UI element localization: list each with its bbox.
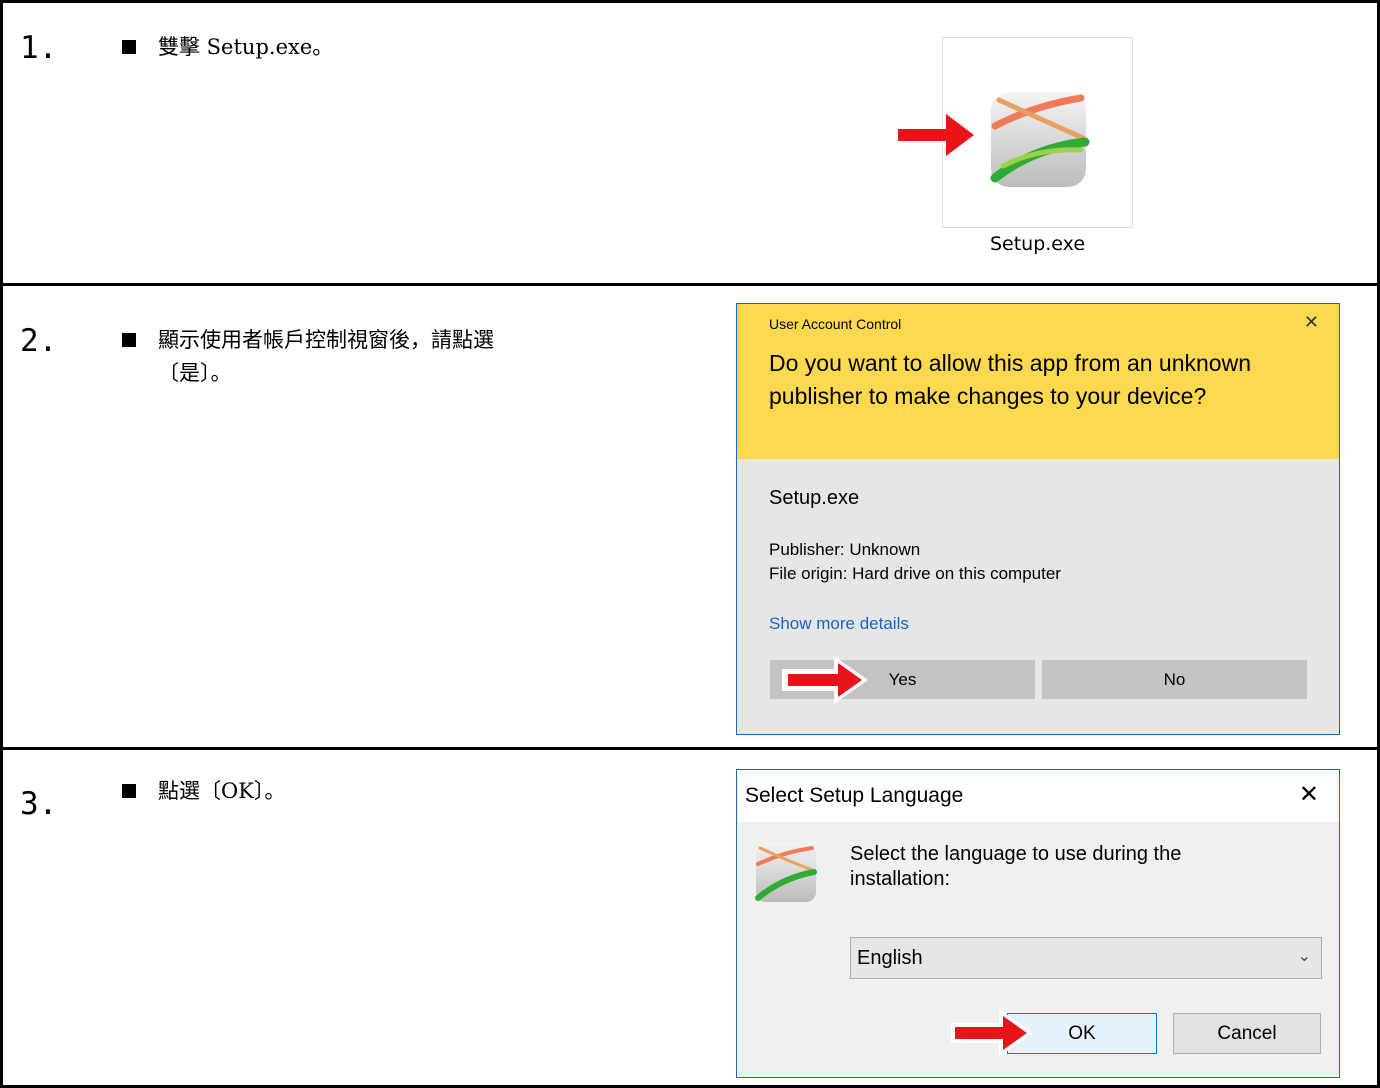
red-arrow-icon (951, 1009, 1033, 1057)
close-icon[interactable]: ✕ (1304, 312, 1319, 333)
publisher-label: Publisher: Unknown (769, 540, 921, 559)
uac-dialog: User Account Control ✕ Do you want to al… (736, 303, 1340, 735)
bullet-icon (122, 784, 136, 798)
red-arrow-icon (782, 656, 868, 704)
uac-header: User Account Control ✕ Do you want to al… (737, 304, 1339, 459)
uac-question: Do you want to allow this app from an un… (769, 350, 1251, 409)
language-dialog: Select Setup Language ✕ Select the langu… (736, 769, 1340, 1078)
step-number: 3. (20, 786, 58, 822)
dialog-message: Select the language to use during the in… (850, 843, 1182, 890)
title-bar: Select Setup Language ✕ (737, 770, 1339, 822)
dialog-title: Select Setup Language (745, 784, 964, 807)
file-origin-label: File origin: Hard drive on this computer (769, 564, 1061, 583)
yes-button-label: Yes (888, 669, 917, 689)
chevron-down-icon: ⌄ (1297, 946, 1311, 965)
no-button-label: No (1163, 669, 1186, 689)
red-arrow-icon (898, 114, 974, 156)
bullet-icon (122, 40, 136, 54)
step-number: 1. (20, 30, 58, 66)
cancel-button[interactable]: Cancel (1173, 1013, 1321, 1054)
row-divider (0, 747, 1380, 750)
selected-language: English (857, 947, 923, 969)
file-name-label: Setup.exe (989, 233, 1086, 255)
bullet-icon (122, 333, 136, 347)
step-instruction: 雙擊 Setup.exe。 (158, 35, 334, 59)
show-more-details-link[interactable]: Show more details (769, 614, 909, 634)
program-name: Setup.exe (769, 487, 860, 509)
uac-title: User Account Control (769, 316, 902, 332)
ok-button-label: OK (1068, 1022, 1096, 1044)
close-icon[interactable]: ✕ (1299, 780, 1319, 808)
no-button[interactable]: No (1042, 660, 1307, 699)
row-divider (0, 283, 1380, 286)
cancel-button-label: Cancel (1217, 1022, 1277, 1044)
language-select[interactable]: English ⌄ (850, 937, 1322, 979)
step-instruction: 顯示使用者帳戶控制視窗後，請點選 〔是〕。 (158, 328, 494, 385)
step-number: 2. (20, 323, 58, 359)
step-instruction: 點選〔OK〕。 (158, 779, 286, 803)
setup-app-icon (755, 842, 817, 902)
